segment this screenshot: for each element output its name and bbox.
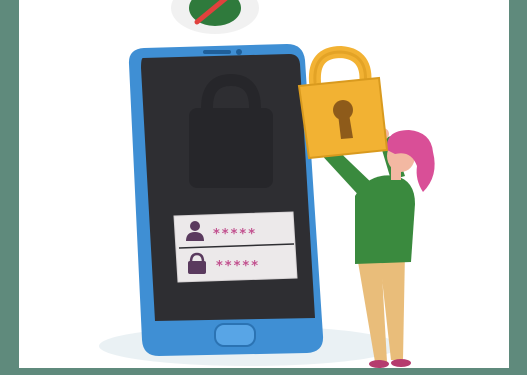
username-mask: *****: [213, 227, 257, 242]
smartphone: [128, 44, 324, 356]
big-padlock-icon: [297, 45, 389, 160]
phone-speaker: [203, 50, 231, 54]
security-illustration: ***** *****: [99, 0, 435, 368]
person-shoe-left: [369, 360, 389, 368]
login-card: ***** *****: [173, 211, 298, 283]
home-button: [214, 323, 256, 347]
no-tracking-icon: [171, 0, 259, 34]
illustration-card: ***** *****: [19, 0, 509, 368]
phone-camera: [236, 49, 242, 55]
person-shoe-right: [391, 359, 411, 367]
password-mask: *****: [216, 259, 260, 274]
